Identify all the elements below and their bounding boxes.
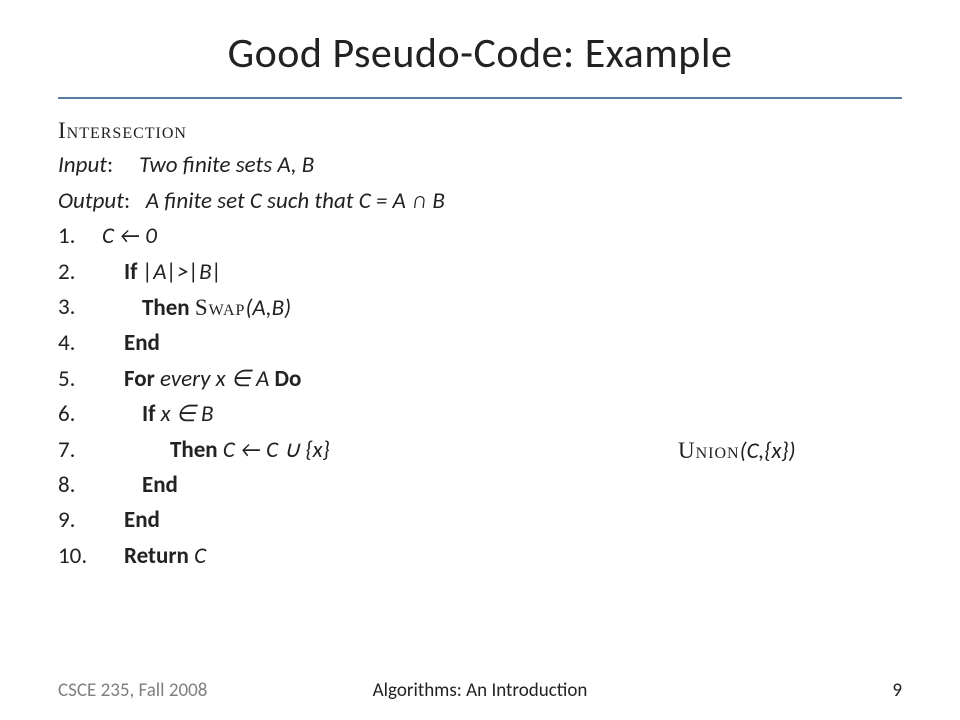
step-4: End [58,326,902,361]
footer: CSCE 235, Fall 2008 Algorithms: An Intro… [58,679,902,702]
union-args: (C,{x}) [740,437,796,465]
for-body: every x ∈ A [160,365,269,393]
union-annotation: Union(C,{x}) [678,433,796,469]
footer-center: Algorithms: An Introduction [373,679,588,702]
keyword-if: If [124,258,137,286]
step-6: If x ∈ B [58,397,902,432]
slide: Good Pseudo-Code: Example Intersection I… [0,0,960,720]
input-label: Input [58,151,107,179]
step-7: Then C ← C ∪ {x} Union(C,{x}) [58,433,902,468]
output-line: Output: A finite set C such that C = A ∩… [58,184,902,219]
title-divider [58,97,902,99]
return-val: C [194,542,206,570]
footer-page: 9 [892,679,902,702]
step-8: End [58,468,902,503]
assign: C ← C ∪ {x} [223,436,330,464]
keyword-if: If [142,400,155,428]
union-call: Union [678,438,740,463]
input-value: Two finite sets A, B [139,151,314,179]
keyword-end: End [124,506,160,534]
footer-left: CSCE 235, Fall 2008 [58,679,207,702]
content-body: Intersection Input: Two finite sets A, B… [58,113,902,574]
output-label: Output [58,187,124,215]
page-title: Good Pseudo-Code: Example [58,28,902,79]
keyword-end: End [124,329,160,357]
keyword-for: For [124,365,155,393]
pseudocode-list: C ← 0 If |A|>|B| Then Swap(A,B) End For … [58,219,902,574]
swap-call: Swap [195,295,246,320]
keyword-do: Do [275,365,302,393]
step-9: End [58,503,902,538]
algorithm-name: Intersection [58,113,902,148]
step-text: C ← 0 [102,222,157,250]
step-5: For every x ∈ A Do [58,362,902,397]
step-2: If |A|>|B| [58,255,902,290]
input-line: Input: Two finite sets A, B [58,148,902,183]
output-value: A finite set C such that C = A ∩ B [146,187,445,215]
step-1: C ← 0 [58,219,902,254]
swap-args: (A,B) [245,294,291,322]
cond: |A|>|B| [143,258,223,286]
step-10: Return C [58,539,902,574]
if-cond: x ∈ B [161,400,214,428]
keyword-then: Then [170,436,218,464]
colon: : [107,151,139,179]
step-3: Then Swap(A,B) [58,290,902,326]
keyword-end: End [142,471,178,499]
colon: : [124,187,146,215]
keyword-return: Return [124,542,189,570]
keyword-then: Then [142,294,190,322]
